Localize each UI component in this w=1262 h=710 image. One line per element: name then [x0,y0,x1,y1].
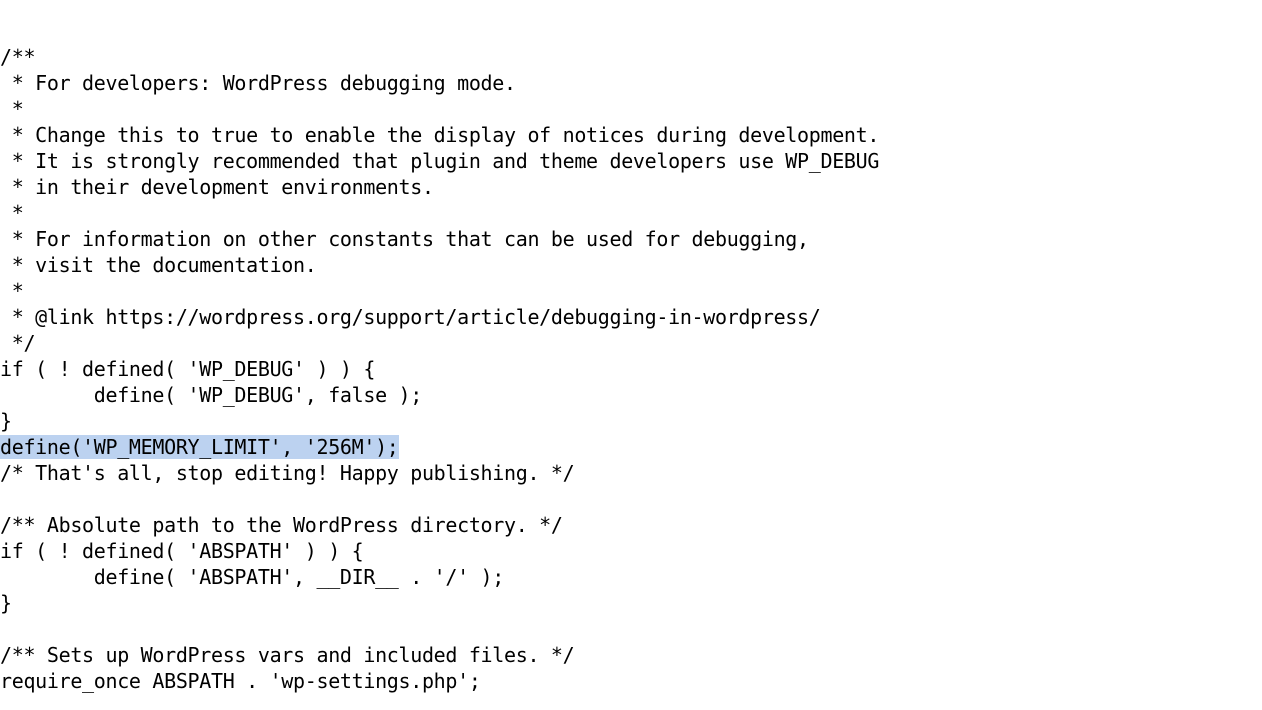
code-line[interactable]: /** [0,44,1262,70]
code-line[interactable]: * in their development environments. [0,174,1262,200]
code-line-text: } [0,591,12,615]
code-line-text: define( 'ABSPATH', __DIR__ . '/' ); [0,565,505,589]
code-line[interactable]: * [0,200,1262,226]
code-line-text: * It is strongly recommended that plugin… [0,149,880,173]
code-line[interactable]: */ [0,330,1262,356]
code-line-text: * Change this to true to enable the disp… [0,123,880,147]
code-line-text: * in their development environments. [0,175,434,199]
code-line-text: require_once ABSPATH . 'wp-settings.php'… [0,669,481,693]
code-line[interactable]: require_once ABSPATH . 'wp-settings.php'… [0,668,1262,694]
code-line[interactable]: * Change this to true to enable the disp… [0,122,1262,148]
code-line[interactable]: * [0,96,1262,122]
code-line-text: } [0,409,12,433]
code-line-text: /** [0,45,36,69]
code-line-text: define('WP_MEMORY_LIMIT', '256M'); [0,435,399,459]
code-line-text: /** Sets up WordPress vars and included … [0,643,575,667]
code-line[interactable]: define( 'WP_DEBUG', false ); [0,382,1262,408]
code-line-text: * @link https://wordpress.org/support/ar… [0,305,821,329]
code-line[interactable]: if ( ! defined( 'ABSPATH' ) ) { [0,538,1262,564]
code-line-text: define( 'WP_DEBUG', false ); [0,383,423,407]
code-line-text: if ( ! defined( 'WP_DEBUG' ) ) { [0,357,376,381]
code-line[interactable]: } [0,590,1262,616]
code-line[interactable]: } [0,408,1262,434]
code-line-text: */ [0,331,36,355]
code-line-text: if ( ! defined( 'ABSPATH' ) ) { [0,539,364,563]
code-line[interactable]: if ( ! defined( 'WP_DEBUG' ) ) { [0,356,1262,382]
code-line-text: /** Absolute path to the WordPress direc… [0,513,563,537]
code-line[interactable]: * visit the documentation. [0,252,1262,278]
code-line[interactable]: define( 'ABSPATH', __DIR__ . '/' ); [0,564,1262,590]
code-line[interactable]: /* That's all, stop editing! Happy publi… [0,460,1262,486]
code-line-text: * [0,279,24,303]
code-editor-canvas[interactable]: /** * For developers: WordPress debuggin… [0,0,1262,710]
code-line-text: * visit the documentation. [0,253,317,277]
code-line[interactable] [0,486,1262,512]
code-line[interactable] [0,616,1262,642]
code-line-text: * [0,97,24,121]
code-line-text: /* That's all, stop editing! Happy publi… [0,461,575,485]
code-line[interactable]: * [0,278,1262,304]
code-line[interactable]: * @link https://wordpress.org/support/ar… [0,304,1262,330]
code-line[interactable]: /** Absolute path to the WordPress direc… [0,512,1262,538]
code-line-text: * For developers: WordPress debugging mo… [0,71,516,95]
code-line[interactable]: * For information on other constants tha… [0,226,1262,252]
code-line-selected[interactable]: define('WP_MEMORY_LIMIT', '256M'); [0,434,1262,460]
code-line[interactable]: * For developers: WordPress debugging mo… [0,70,1262,96]
code-line[interactable]: /** Sets up WordPress vars and included … [0,642,1262,668]
code-line-text: * For information on other constants tha… [0,227,809,251]
code-line-text: * [0,201,24,225]
code-line[interactable]: * It is strongly recommended that plugin… [0,148,1262,174]
